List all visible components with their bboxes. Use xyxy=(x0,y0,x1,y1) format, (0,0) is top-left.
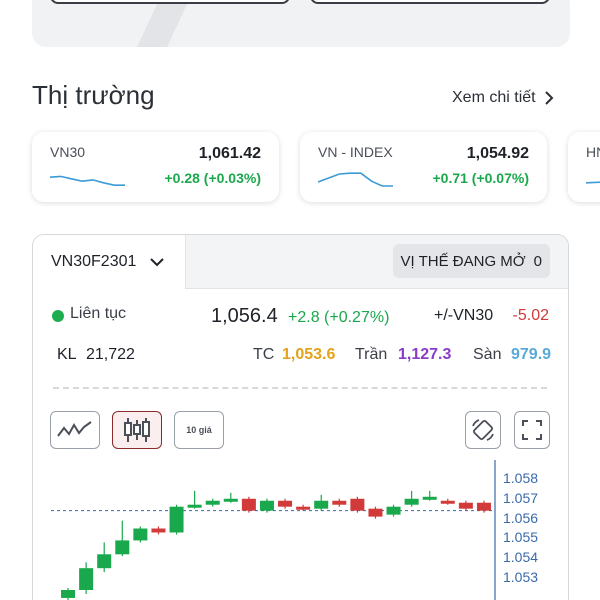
session-status: Liên tục xyxy=(70,305,127,322)
index-card-hnx[interactable]: HN xyxy=(568,132,600,202)
futures-panel: VN30F2301 VỊ THẾ ĐANG MỞ 0 Liên tục 1,05… xyxy=(32,234,569,600)
chevron-down-icon xyxy=(150,257,165,266)
candle-body xyxy=(169,506,184,533)
promo-card: / ◡ xyxy=(32,0,570,47)
candle-body xyxy=(223,498,238,502)
divider xyxy=(53,387,547,389)
open-positions-count: 0 xyxy=(533,252,542,270)
status-indicator-icon xyxy=(52,310,64,322)
candle-body xyxy=(314,500,329,509)
index-sparkline xyxy=(586,181,600,184)
sparkline-series xyxy=(318,172,393,187)
candle-body xyxy=(205,500,220,505)
candle-body xyxy=(79,568,94,590)
open-positions-button[interactable]: VỊ THẾ ĐANG MỞ 0 xyxy=(392,244,550,278)
candlestick-chart-toggle[interactable] xyxy=(112,411,162,449)
candle-body xyxy=(368,508,383,517)
see-more-label: Xem chi tiết xyxy=(452,89,536,106)
ceiling-label: Trần xyxy=(355,346,388,363)
basis-value: -5.02 xyxy=(512,307,549,324)
price-chart[interactable]: 1.058 1.057 1.056 1.055 1.054 1.053 xyxy=(33,460,568,600)
candle-body xyxy=(241,498,256,511)
index-sparkline xyxy=(50,175,125,187)
candle-body xyxy=(458,502,473,509)
ceiling-value: 1,127.3 xyxy=(398,346,452,363)
candlestick-chart xyxy=(51,460,496,600)
candle-body xyxy=(350,498,365,511)
candle-body xyxy=(476,502,491,511)
candle-body xyxy=(440,500,455,504)
reference-label: TC xyxy=(253,346,275,363)
futures-panel-header: VN30F2301 VỊ THẾ ĐANG MỞ 0 xyxy=(33,235,568,289)
line-chart-icon xyxy=(57,421,92,437)
floor-value: 979.9 xyxy=(511,346,552,363)
top-left-button[interactable]: / xyxy=(50,0,290,4)
basis-label: +/-VN30 xyxy=(434,307,494,324)
price-levels-toggle[interactable]: 10 giá xyxy=(174,411,224,449)
index-change: +0.71 (+0.07%) xyxy=(432,170,529,186)
index-sparkline xyxy=(318,172,393,187)
candle-body xyxy=(187,504,202,508)
index-name: HN xyxy=(586,144,600,160)
top-right-button[interactable]: ◡ xyxy=(310,0,550,4)
promo-decoration xyxy=(131,0,203,47)
price-change: +2.8 (+0.27%) xyxy=(288,309,390,326)
y-axis-tick-label: 1.053 xyxy=(503,569,539,586)
floor-label: Sàn xyxy=(473,346,502,363)
index-name: VN30 xyxy=(50,144,86,160)
chevron-right-icon xyxy=(544,91,554,105)
candle-body xyxy=(259,500,274,511)
candle-body xyxy=(332,500,347,505)
index-card-vnindex[interactable]: VN - INDEX 1,054.92 +0.71 (+0.07%) xyxy=(300,132,547,202)
see-more-link[interactable]: Xem chi tiết xyxy=(452,89,554,107)
candle-body xyxy=(422,496,437,500)
open-positions-label: VỊ THẾ ĐANG MỞ xyxy=(400,252,526,270)
fullscreen-icon xyxy=(522,420,542,440)
index-name: VN - INDEX xyxy=(318,144,393,160)
index-card-vn30[interactable]: VN30 1,061.42 +0.28 (+0.03%) xyxy=(32,132,279,202)
candle-body xyxy=(133,528,148,541)
reference-value: 1,053.6 xyxy=(282,346,336,363)
candle-body xyxy=(278,500,293,507)
candle-body xyxy=(296,506,311,510)
candle-body xyxy=(386,506,401,515)
volume-value: 21,722 xyxy=(86,346,135,363)
candlestick-icon xyxy=(124,418,150,442)
rotate-screen-icon xyxy=(472,419,494,441)
candle-body xyxy=(404,498,419,505)
index-value: 1,061.42 xyxy=(198,145,261,162)
rotate-screen-button[interactable] xyxy=(465,411,501,449)
line-chart-toggle[interactable] xyxy=(50,411,100,449)
last-price: 1,056.4 xyxy=(211,305,278,327)
candle-body xyxy=(151,528,166,533)
y-axis-tick-label: 1.058 xyxy=(503,469,539,486)
symbol-label: VN30F2301 xyxy=(51,253,137,270)
sparkline-series xyxy=(50,175,125,187)
y-axis-tick-label: 1.056 xyxy=(503,509,539,526)
volume-label: KL xyxy=(57,346,77,363)
fullscreen-button[interactable] xyxy=(514,411,550,449)
candle-body xyxy=(97,554,112,569)
index-change: +0.28 (+0.03%) xyxy=(164,170,261,186)
y-axis-tick-label: 1.055 xyxy=(503,529,539,546)
y-axis-tick-label: 1.057 xyxy=(503,489,539,506)
y-axis-tick-label: 1.054 xyxy=(503,549,539,566)
index-value: 1,054.92 xyxy=(466,145,529,162)
market-section-title: Thị trường xyxy=(32,80,155,110)
sparkline-series xyxy=(586,181,600,184)
symbol-dropdown[interactable]: VN30F2301 xyxy=(33,235,186,289)
candle-body xyxy=(61,590,76,598)
candle-body xyxy=(115,540,130,555)
